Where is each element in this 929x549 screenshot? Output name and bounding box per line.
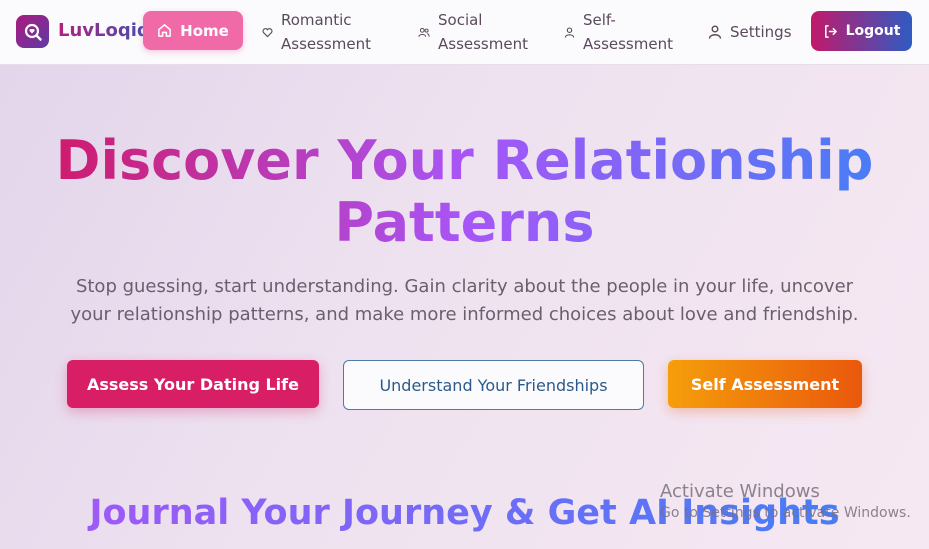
logo-icon[interactable] [16, 15, 49, 48]
brand-name[interactable]: LuvLoqiq [58, 20, 150, 41]
nav-home-button[interactable]: Home [143, 11, 243, 50]
nav-self-label: Self-Assessment [583, 11, 673, 53]
user-settings-icon [708, 25, 722, 39]
top-navbar: LuvLoqiq Home Romantic Assessment Social… [0, 0, 929, 65]
home-icon [157, 23, 172, 38]
logout-button[interactable]: Logout [811, 11, 912, 51]
activate-windows-subtitle: Go to Settings to activate Windows. [660, 505, 911, 521]
nav-social-assessment[interactable]: Social Assessment [418, 9, 538, 55]
logout-icon [823, 24, 838, 39]
hero-subtitle: Stop guessing, start understanding. Gain… [70, 276, 859, 325]
understand-friendships-button[interactable]: Understand Your Friendships [343, 360, 644, 410]
hero-title: Discover Your Relationship Patterns [0, 130, 929, 254]
nav-home-label: Home [180, 21, 229, 40]
heart-icon [262, 27, 273, 38]
nav-settings[interactable]: Settings [708, 9, 798, 55]
nav-romantic-label: Romantic Assessment [281, 11, 371, 53]
assess-dating-life-button[interactable]: Assess Your Dating Life [67, 360, 319, 408]
logout-label: Logout [845, 23, 901, 39]
hero-title-line-2: Patterns [334, 191, 595, 254]
nav-self-assessment[interactable]: Self-Assessment [564, 9, 684, 55]
user-icon [564, 26, 575, 38]
nav-social-label: Social Assessment [438, 11, 528, 53]
activate-windows-title: Activate Windows [660, 481, 820, 502]
nav-settings-label: Settings [730, 23, 792, 41]
self-assessment-button[interactable]: Self Assessment [668, 360, 862, 408]
hero-title-line-1: Discover Your Relationship [55, 129, 874, 192]
nav-romantic-assessment[interactable]: Romantic Assessment [262, 9, 382, 55]
users-icon [418, 27, 430, 38]
